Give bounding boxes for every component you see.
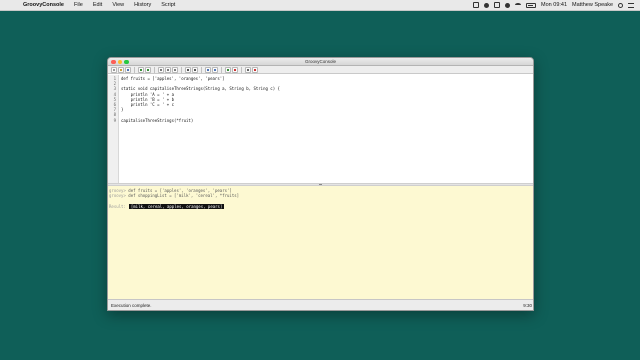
- run-icon[interactable]: [225, 66, 231, 73]
- app-status-icon[interactable]: [473, 2, 480, 8]
- maximize-window-button[interactable]: [124, 59, 129, 64]
- code-text-area[interactable]: def fruits = ['apples', 'oranges', 'pear…: [119, 75, 280, 183]
- interrupt-icon[interactable]: [232, 66, 238, 73]
- spotlight-search-icon[interactable]: [618, 2, 623, 8]
- find-icon[interactable]: [185, 66, 191, 73]
- undo-icon[interactable]: [138, 66, 144, 73]
- time-machine-icon[interactable]: [484, 2, 490, 8]
- cursor-position: 9:30: [523, 302, 532, 308]
- result-value[interactable]: [milk, cereal, apples, oranges, pears]: [128, 203, 225, 210]
- menu-edit[interactable]: Edit: [88, 0, 107, 11]
- window-controls: [111, 59, 129, 64]
- toolbar-divider: [181, 66, 182, 73]
- menu-user[interactable]: Matthew Speake: [572, 2, 613, 8]
- redo-icon[interactable]: [145, 66, 151, 73]
- status-message: Execution complete.: [111, 302, 152, 308]
- inspect-icon[interactable]: [245, 66, 251, 73]
- open-icon[interactable]: [118, 66, 124, 73]
- code-line[interactable]: capitaliseThreeStrings(*fruit): [121, 118, 280, 123]
- window-title: GroovyConsole: [304, 59, 336, 64]
- notification-center-icon[interactable]: [628, 2, 634, 8]
- history-prev-icon[interactable]: [205, 66, 211, 73]
- toolbar-divider: [241, 66, 242, 73]
- output-result-line: Result: [milk, cereal, apples, oranges, …: [109, 203, 533, 210]
- close-window-button[interactable]: [111, 59, 116, 64]
- paste-icon[interactable]: [172, 66, 178, 73]
- line-number-gutter: 1 2 3 4 5 6 7 8 9: [108, 75, 119, 183]
- toolbar: [108, 66, 533, 74]
- replace-icon[interactable]: [192, 66, 198, 73]
- status-area: Mon 09:41 Matthew Speake: [473, 2, 640, 8]
- result-label: Result:: [109, 204, 126, 210]
- menu-history[interactable]: History: [129, 0, 156, 11]
- groovy-console-window: GroovyConsole 1 2 3 4 5 6 7 8 9 def frui…: [107, 57, 534, 311]
- line-number: 9: [113, 117, 116, 123]
- history-next-icon[interactable]: [212, 66, 218, 73]
- toolbar-divider: [154, 66, 155, 73]
- battery-icon[interactable]: [526, 2, 537, 8]
- status-bar: Execution complete. 9:30: [108, 299, 533, 310]
- menu-script[interactable]: Script: [156, 0, 180, 11]
- window-titlebar[interactable]: GroovyConsole: [108, 58, 533, 66]
- code-line[interactable]: static void capitaliseThreeStrings(Strin…: [121, 86, 280, 91]
- minimize-window-button[interactable]: [117, 59, 122, 64]
- code-editor[interactable]: 1 2 3 4 5 6 7 8 9 def fruits = ['apples'…: [108, 75, 533, 183]
- bluetooth-icon[interactable]: [505, 2, 511, 8]
- menu-view[interactable]: View: [107, 0, 129, 11]
- clear-icon[interactable]: [252, 66, 258, 73]
- output-echo-text: def shoppingList = ['milk', 'cereal', *f…: [128, 193, 240, 199]
- output-pane[interactable]: groovy> def fruits = ['apples', 'oranges…: [108, 186, 533, 301]
- new-file-icon[interactable]: [111, 66, 117, 73]
- display-icon[interactable]: [494, 2, 501, 8]
- menu-app-name[interactable]: GroovyConsole: [18, 0, 69, 11]
- toolbar-divider: [221, 66, 222, 73]
- wifi-icon[interactable]: [515, 3, 522, 7]
- toolbar-divider: [134, 66, 135, 73]
- copy-icon[interactable]: [165, 66, 171, 73]
- menu-clock[interactable]: Mon 09:41: [541, 2, 567, 8]
- menu-file[interactable]: File: [69, 0, 88, 11]
- save-icon[interactable]: [125, 66, 131, 73]
- toolbar-divider: [201, 66, 202, 73]
- cut-icon[interactable]: [158, 66, 164, 73]
- menu-bar: GroovyConsole File Edit View History Scr…: [0, 0, 640, 11]
- output-prompt: groovy>: [109, 193, 126, 199]
